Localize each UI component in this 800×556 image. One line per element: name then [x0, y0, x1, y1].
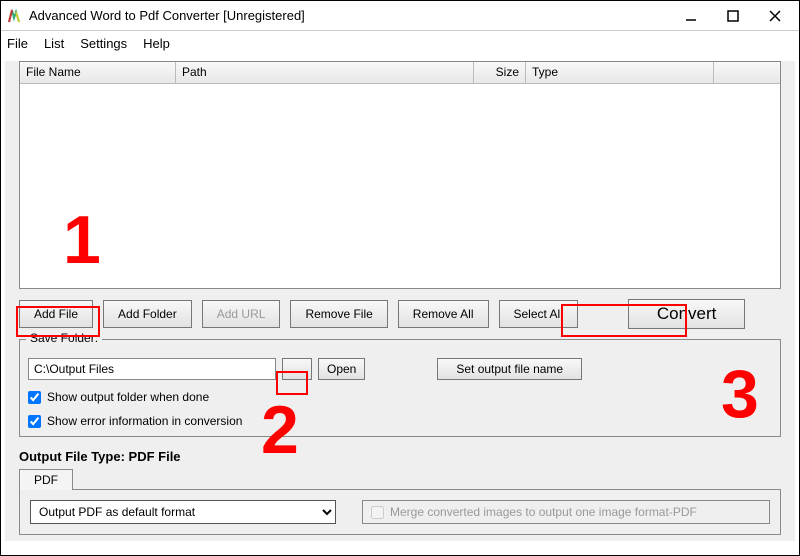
select-all-button[interactable]: Select All	[499, 300, 578, 328]
show-error-row: Show error information in conversion	[28, 414, 772, 428]
table-header: File Name Path Size Type	[20, 62, 780, 84]
window-title: Advanced Word to Pdf Converter [Unregist…	[29, 8, 677, 23]
output-path-input[interactable]	[28, 358, 276, 380]
output-file-type-value: PDF File	[129, 449, 181, 464]
menu-list[interactable]: List	[44, 36, 64, 51]
set-output-filename-button[interactable]: Set output file name	[437, 358, 582, 380]
browse-button[interactable]: ...	[282, 358, 312, 380]
col-size[interactable]: Size	[474, 62, 526, 84]
tab-pdf[interactable]: PDF	[19, 469, 73, 490]
merge-label: Merge converted images to output one ima…	[390, 505, 697, 519]
show-output-folder-row: Show output folder when done	[28, 390, 772, 404]
tabstrip: PDF	[19, 468, 781, 489]
file-list-table[interactable]: File Name Path Size Type	[19, 61, 781, 289]
convert-button[interactable]: Convert	[628, 299, 746, 329]
save-folder-group: Save Folder: ... Open Set output file na…	[19, 339, 781, 437]
maximize-button[interactable]	[719, 5, 747, 27]
titlebar: Advanced Word to Pdf Converter [Unregist…	[1, 1, 799, 31]
show-output-folder-checkbox[interactable]	[28, 391, 41, 404]
table-body[interactable]	[20, 84, 780, 288]
output-format-select[interactable]: Output PDF as default format	[30, 500, 336, 524]
output-tab-area: PDF Output PDF as default format Merge c…	[19, 468, 781, 535]
merge-checkbox	[371, 506, 384, 519]
menu-file[interactable]: File	[7, 36, 28, 51]
open-folder-button[interactable]: Open	[318, 358, 365, 380]
add-url-button: Add URL	[202, 300, 281, 328]
menubar: File List Settings Help	[1, 31, 799, 55]
output-file-type-label: Output File Type: PDF File	[19, 449, 781, 464]
merge-option-area: Merge converted images to output one ima…	[362, 500, 770, 524]
remove-file-button[interactable]: Remove File	[290, 300, 387, 328]
window-controls	[677, 5, 795, 27]
remove-all-button[interactable]: Remove All	[398, 300, 489, 328]
add-folder-button[interactable]: Add Folder	[103, 300, 192, 328]
show-error-checkbox[interactable]	[28, 415, 41, 428]
col-path[interactable]: Path	[176, 62, 474, 84]
add-file-button[interactable]: Add File	[19, 300, 93, 328]
show-output-folder-label: Show output folder when done	[47, 390, 209, 404]
menu-help[interactable]: Help	[143, 36, 170, 51]
col-blank[interactable]	[714, 62, 780, 84]
minimize-button[interactable]	[677, 5, 705, 27]
output-file-type-prefix: Output File Type:	[19, 449, 129, 464]
save-folder-row: ... Open Set output file name	[28, 358, 772, 380]
menu-settings[interactable]: Settings	[80, 36, 127, 51]
col-file-name[interactable]: File Name	[20, 62, 176, 84]
app-icon	[5, 7, 23, 25]
toolbar: Add File Add Folder Add URL Remove File …	[5, 289, 795, 335]
close-button[interactable]	[761, 5, 789, 27]
col-type[interactable]: Type	[526, 62, 714, 84]
show-error-label: Show error information in conversion	[47, 414, 242, 428]
save-folder-legend: Save Folder:	[26, 331, 102, 345]
tab-body-pdf: Output PDF as default format Merge conve…	[19, 489, 781, 535]
